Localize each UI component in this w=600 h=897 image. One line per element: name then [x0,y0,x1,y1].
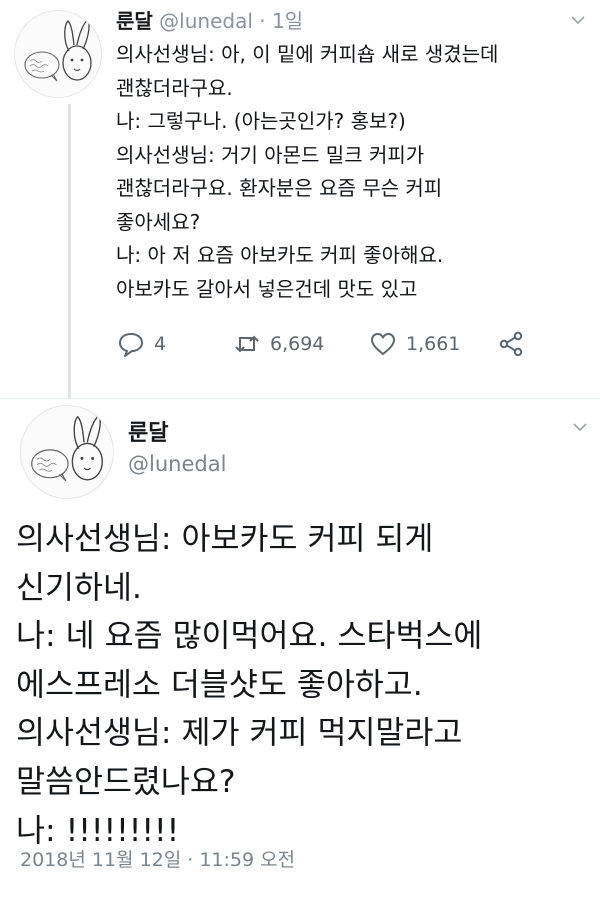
tweet-text-line: 말씀안드렸나요? [16,763,236,800]
author-name[interactable]: 룬달 [128,415,168,447]
tweet-text-line: 괜찮더라구요. [116,75,233,100]
avatar[interactable] [14,10,102,98]
share-icon [499,331,523,357]
author-handle[interactable]: @lunedal [128,452,226,476]
retweet-button[interactable]: 6,694 [232,326,324,362]
retweet-count: 6,694 [270,333,325,355]
chevron-down-icon[interactable] [572,419,588,435]
tweet-text-line: 의사선생님: 아, 이 밑에 커피숍 새로 생겼는데 [116,42,499,66]
tweet-text-line: 나: 아 저 요즘 아보카도 커피 좋아해요. [116,243,444,267]
tweet-time[interactable]: 1일 [272,9,303,33]
tweet-text-line: 신기하네. [16,569,142,606]
like-count: 1,661 [406,333,461,355]
tweet-text: 의사선생님: 아보카도 커피 되게 신기하네. 나: 네 요즘 많이먹어요. 스… [16,515,586,855]
tweet-text-line: 좋아세요? [116,209,201,234]
share-button[interactable] [496,326,534,362]
tweet-text-line: 나: 그렇구나. (아는곳인가? 홍보?) [116,109,406,133]
author-name[interactable]: 룬달 [116,9,153,33]
tweet-text-line: 에스프레소 더블샷도 좋아하고. [16,666,423,703]
thread-line [68,104,71,398]
reply-button[interactable]: 4 [116,326,166,362]
tweet-header: 룬달 @lunedal · 1일 [116,5,303,34]
tweet-text-line: 나: 네 요즘 많이먹어요. 스타벅스에 [16,618,483,655]
tweet-actions: 4 6,694 1,661 [116,326,556,362]
rabbit-doodle-avatar-icon [31,414,103,482]
tweet-text-line: 괜찮더라구요. 환자분은 요즘 무슨 커피 [116,176,443,200]
author-handle[interactable]: @lunedal [159,9,253,33]
separator-dot: · [259,9,266,33]
main-tweet[interactable]: 룬달 @lunedal 의사선생님: 아보카도 커피 되게 신기하네. 나: 네… [0,399,600,897]
like-button[interactable]: 1,661 [368,326,460,362]
rabbit-doodle-avatar-icon [24,19,92,82]
tweet-text-line: 의사선생님: 아보카도 커피 되게 [16,521,434,557]
tweet-text: 의사선생님: 아, 이 밑에 커피숍 새로 생겼는데 괜찮더라구요. 나: 그렇… [116,38,594,306]
tweet-timestamp[interactable]: 2018년 11월 12일 · 11:59 오전 [20,845,295,872]
reply-tweet[interactable]: 룬달 @lunedal · 1일 의사선생님: 아, 이 밑에 커피숍 새로 생… [0,0,600,398]
heart-icon [371,333,395,355]
tweet-text-line: 의사선생님: 거기 아몬드 밀크 커피가 [116,142,425,167]
reply-count: 4 [154,333,167,355]
reply-bubble-icon [119,333,143,357]
tweet-text-line: 의사선생님: 제가 커피 먹지말라고 [16,715,463,752]
tweet-screenshot: 룬달 @lunedal · 1일 의사선생님: 아, 이 밑에 커피숍 새로 생… [0,0,600,897]
avatar[interactable] [20,405,114,499]
tweet-text-line: 아보카도 갈아서 넣은건데 맛도 있고 [116,276,418,301]
retweet-icon [235,335,259,353]
chevron-down-icon[interactable] [570,12,586,28]
